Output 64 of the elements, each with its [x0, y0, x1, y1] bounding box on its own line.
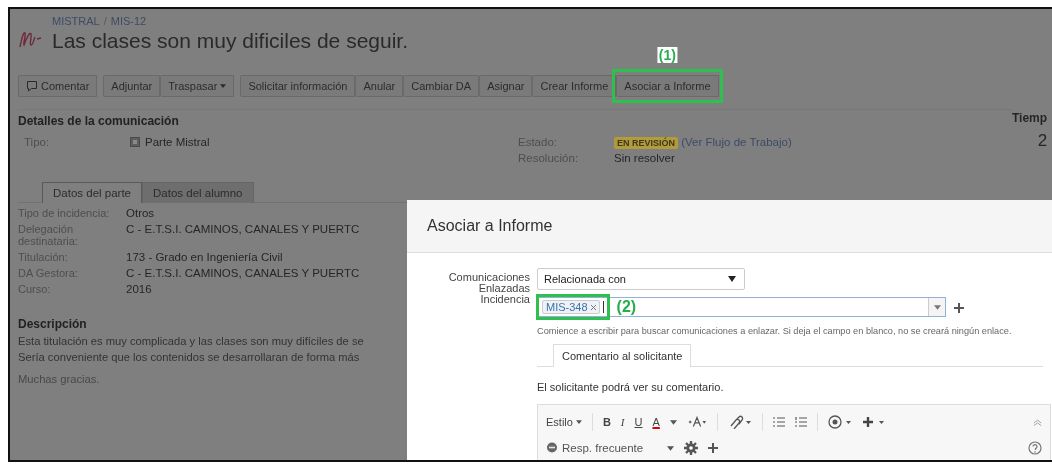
bold-button[interactable]: B: [602, 416, 611, 428]
issue-title: Las clases son muy dificiles de seguir.: [52, 29, 408, 53]
breadcrumb-separator: /: [103, 15, 107, 27]
numbered-list-icon[interactable]: [794, 417, 807, 427]
annotation-label: (2): [616, 298, 637, 316]
toolbar-button[interactable]: Solicitar información: [240, 75, 356, 97]
dialog-title: Asociar a Informe: [427, 217, 553, 235]
toolbar-button[interactable]: Traspasar: [160, 75, 235, 97]
toolbar-button[interactable]: Anular: [355, 75, 404, 97]
tab[interactable]: Comentario al solicitante: [553, 344, 692, 367]
link-type-select[interactable]: Relacionada con: [537, 268, 745, 290]
caret-icon[interactable]: [667, 445, 675, 451]
issue-type-icon: [130, 137, 140, 147]
italic-button[interactable]: I: [620, 416, 625, 428]
tab[interactable]: Datos del alumno: [142, 182, 254, 203]
note-text: El solicitante podrá ver su comentario.: [537, 381, 725, 393]
field-value: Sin resolver: [614, 152, 675, 164]
help-icon[interactable]: [1028, 441, 1042, 455]
insert-plus-icon[interactable]: [861, 415, 886, 429]
breadcrumb-link[interactable]: MIS-12: [110, 15, 147, 27]
caret-icon[interactable]: [669, 419, 677, 425]
quick-reply-dropdown[interactable]: Resp. frecuente: [562, 442, 644, 454]
field-value: 2016: [126, 283, 152, 295]
toolbar-button[interactable]: Crear Informe: [532, 75, 617, 97]
toolbar-button[interactable]: Asignar: [479, 75, 533, 97]
field-value: 173 - Grado en Ingeniería Civil: [126, 251, 283, 263]
field-label: Comunicaciones Enlazadas: [447, 272, 530, 294]
workflow-link[interactable]: (Ver Flujo de Trabajo): [681, 136, 792, 148]
description-text: Sería conveniente que los contenidos se desarrollaran de forma más: [18, 351, 361, 363]
status-badge: EN REVISIÓN: [614, 137, 678, 149]
field-value: C - E.T.S.I. CAMINOS, CANALES Y PUERTC: [126, 267, 360, 279]
caret-icon: [728, 276, 736, 282]
underline-button[interactable]: U: [634, 416, 643, 428]
section-heading: Tiemp: [1012, 111, 1048, 125]
plus-icon[interactable]: [954, 303, 964, 313]
field-value: C - E.T.S.I. CAMINOS, CANALES Y PUERTC: [126, 223, 360, 237]
caret-icon: [575, 420, 582, 424]
field-value: Otros: [126, 207, 155, 219]
time-value: 2: [1037, 131, 1048, 151]
caret-icon[interactable]: [933, 304, 941, 310]
field-value: Parte Mistral: [145, 136, 210, 148]
toolbar-button[interactable]: Cambiar DA: [403, 75, 480, 97]
section-heading: Detalles de la comunicación: [18, 114, 180, 128]
comment-icon: [26, 80, 38, 92]
emoticon-icon[interactable]: [827, 415, 852, 429]
description-text: Esta titulación es muy complicada y las clases son muy difíciles de se: [18, 335, 365, 347]
issue-picker-field[interactable]: MIS-348 (2): [537, 297, 946, 317]
caret-icon: [220, 84, 227, 88]
tab[interactable]: Datos del parte: [42, 182, 142, 203]
comment-button[interactable]: Comentar: [18, 75, 98, 97]
text-size-icon[interactable]: [686, 416, 707, 428]
text-color-button[interactable]: A: [652, 416, 660, 428]
toolbar-button[interactable]: Asociar a Informe: [616, 75, 719, 97]
plus-icon[interactable]: [708, 443, 719, 453]
style-dropdown[interactable]: Estilo: [546, 416, 582, 428]
close-icon[interactable]: [590, 304, 596, 310]
toolbar-button[interactable]: Adjuntar: [103, 75, 161, 97]
section-heading: Descripción: [18, 317, 88, 331]
help-text: Comience a escribir para buscar comunicaciones a enlazar. Si deja el campo en blanco, no se creará ningún enlace.: [537, 326, 1012, 336]
breadcrumb-link[interactable]: MISTRAL: [52, 15, 100, 27]
annotation-label: (1): [657, 47, 677, 63]
issue-tag[interactable]: MIS-348: [542, 300, 600, 314]
field-label: Incidencia: [480, 294, 530, 305]
gear-icon[interactable]: [684, 441, 699, 455]
